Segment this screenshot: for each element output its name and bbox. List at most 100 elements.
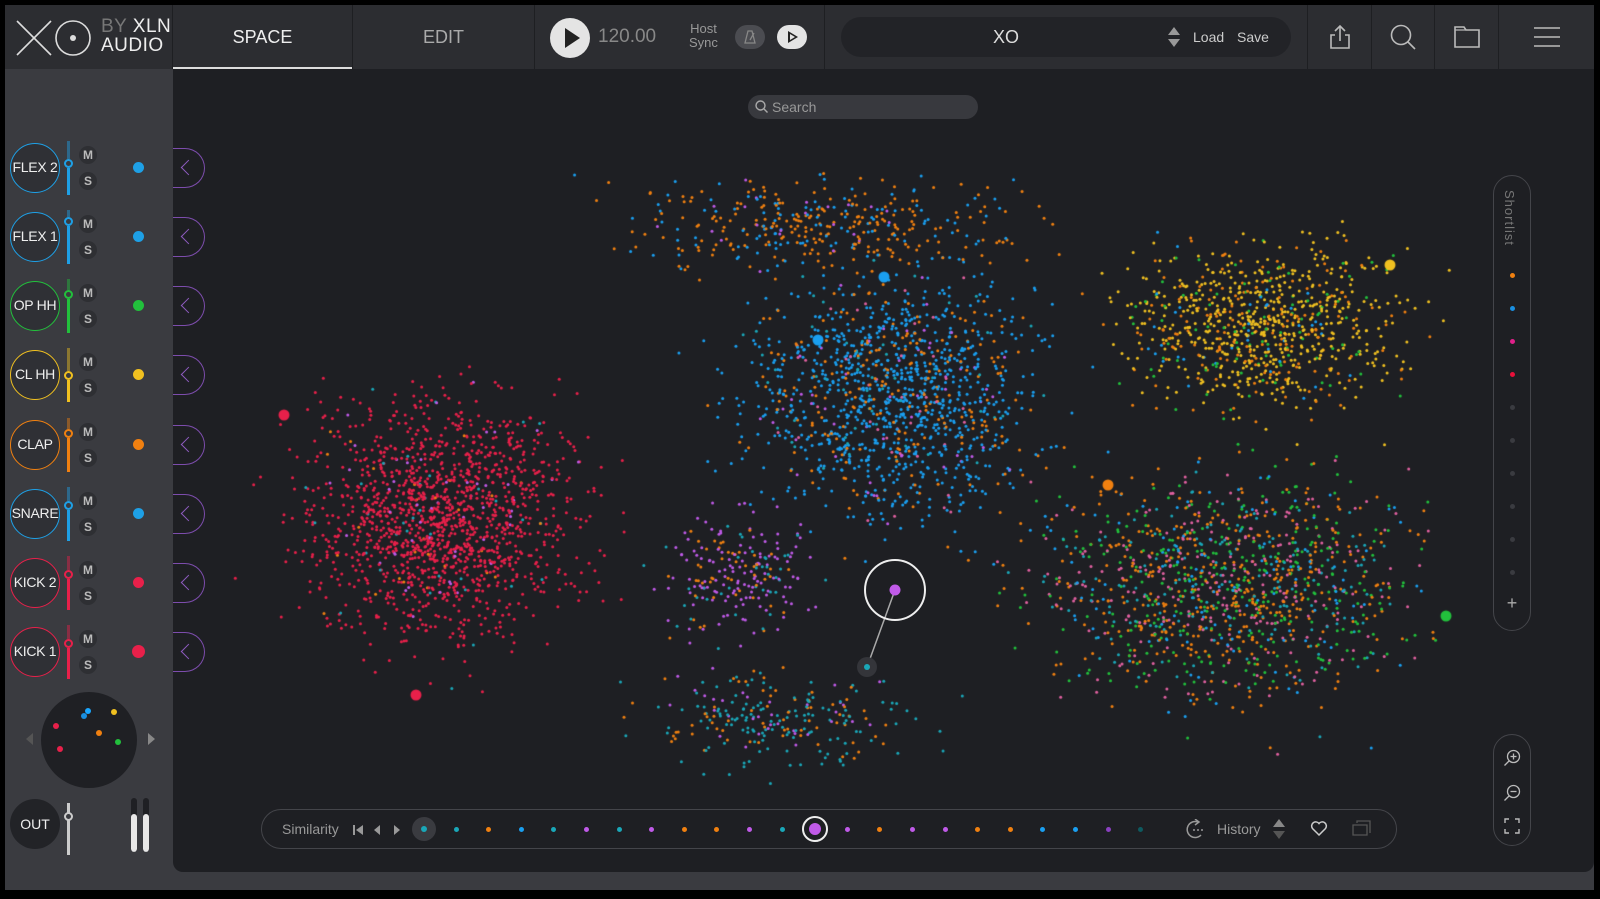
mini-map-next-icon[interactable] [148,733,155,745]
solo-button[interactable]: S [79,518,97,536]
mini-map-prev-icon[interactable] [26,733,33,745]
save-button[interactable]: Save [1237,17,1269,57]
output-fader[interactable] [64,803,73,855]
open-folder-icon[interactable] [1352,820,1372,836]
play-button[interactable] [550,18,590,58]
mute-button[interactable]: M [79,215,97,233]
channel-knob[interactable]: SNARE [10,489,60,539]
tab-edit[interactable]: EDIT [353,5,535,69]
channel-volume-fader[interactable] [64,418,73,472]
arrow-down-icon[interactable] [1273,831,1285,839]
fader-handle[interactable] [64,159,73,168]
channel-knob[interactable]: OP HH [10,281,60,331]
channel-color-dot[interactable] [133,369,144,380]
fader-handle[interactable] [64,501,73,510]
similarity-sample-dot[interactable] [909,827,915,832]
next-icon[interactable] [392,824,402,836]
similarity-current-sample[interactable] [412,817,436,841]
similarity-sample-dot[interactable] [844,827,850,832]
arrow-up-icon[interactable] [1168,27,1180,35]
mini-map[interactable] [41,692,137,788]
output-fader-handle[interactable] [64,812,73,821]
channel-volume-fader[interactable] [64,141,73,195]
tab-space[interactable]: SPACE [173,5,353,69]
channel-volume-fader[interactable] [64,210,73,264]
fader-handle[interactable] [64,570,73,579]
similarity-sample-dot[interactable] [877,827,883,832]
fader-handle[interactable] [64,639,73,648]
solo-button[interactable]: S [79,656,97,674]
channel-volume-fader[interactable] [64,279,73,333]
similarity-sample-dot[interactable] [1040,827,1046,832]
arrow-up-icon[interactable] [1273,819,1285,827]
shortlist-empty-slot[interactable] [1510,438,1515,443]
channel-knob[interactable]: KICK 1 [10,627,60,677]
similarity-sample-dot[interactable] [681,827,687,832]
similarity-sample-dot[interactable] [746,827,752,832]
shortlist-add-button[interactable]: + [1503,594,1521,612]
fader-handle[interactable] [64,371,73,380]
shortlist-item[interactable] [1510,339,1515,344]
history-icon[interactable] [1184,819,1206,839]
shortlist-empty-slot[interactable] [1510,570,1515,575]
similarity-sample-dot[interactable] [779,827,785,832]
shortlist-empty-slot[interactable] [1510,471,1515,476]
channel-color-dot[interactable] [133,577,144,588]
channel-color-dot[interactable] [133,508,144,519]
solo-button[interactable]: S [79,379,97,397]
zoom-in-button[interactable] [1503,749,1521,767]
similarity-sample-dot[interactable] [1138,827,1144,832]
sample-scatter-canvas[interactable] [173,69,1594,872]
zoom-out-button[interactable] [1503,784,1521,802]
similarity-sample-dot[interactable] [942,827,948,832]
search-button[interactable] [1372,5,1435,69]
shortlist-item[interactable] [1510,273,1515,278]
similarity-sample-dot[interactable] [453,827,459,832]
channel-color-dot[interactable] [133,300,144,311]
similarity-sample-dot[interactable] [714,827,720,832]
export-button[interactable] [1308,5,1372,69]
similarity-sample-dot[interactable] [486,827,492,832]
similarity-sample-dot[interactable] [518,827,524,832]
shortlist-empty-slot[interactable] [1510,504,1515,509]
shortlist-item[interactable] [1510,306,1515,311]
shortlist-item[interactable] [1510,372,1515,377]
mute-button[interactable]: M [79,423,97,441]
channel-color-dot[interactable] [133,162,144,173]
channel-volume-fader[interactable] [64,487,73,541]
similarity-selected-sample[interactable] [801,816,828,842]
host-sync-play-button[interactable] [777,25,807,49]
output-knob[interactable]: OUT [10,799,60,849]
solo-button[interactable]: S [79,172,97,190]
fit-view-button[interactable] [1503,817,1521,835]
similarity-sample-dot[interactable] [551,827,557,832]
mute-button[interactable]: M [79,561,97,579]
bpm-value[interactable]: 120.00 [598,26,656,48]
history-arrows[interactable] [1273,819,1285,841]
channel-volume-fader[interactable] [64,348,73,402]
solo-button[interactable]: S [79,449,97,467]
channel-knob[interactable]: FLEX 1 [10,212,60,262]
fader-handle[interactable] [64,217,73,226]
similarity-sample-dot[interactable] [1007,827,1013,832]
shortlist-empty-slot[interactable] [1510,537,1515,542]
channel-color-dot[interactable] [133,231,144,242]
channel-knob[interactable]: CLAP [10,420,60,470]
shortlist-empty-slot[interactable] [1510,405,1515,410]
skip-to-start-icon[interactable] [352,824,364,836]
arrow-down-icon[interactable] [1168,39,1180,47]
space-search-input[interactable] [772,95,972,119]
solo-button[interactable]: S [79,310,97,328]
fader-handle[interactable] [64,429,73,438]
mute-button[interactable]: M [79,284,97,302]
fader-handle[interactable] [64,290,73,299]
channel-color-dot[interactable] [133,439,144,450]
heart-icon[interactable] [1310,820,1328,836]
channel-knob[interactable]: KICK 2 [10,558,60,608]
previous-icon[interactable] [372,824,382,836]
solo-button[interactable]: S [79,241,97,259]
channel-volume-fader[interactable] [64,625,73,679]
channel-knob[interactable]: FLEX 2 [10,143,60,193]
mute-button[interactable]: M [79,630,97,648]
similarity-sample-dot[interactable] [649,827,655,832]
